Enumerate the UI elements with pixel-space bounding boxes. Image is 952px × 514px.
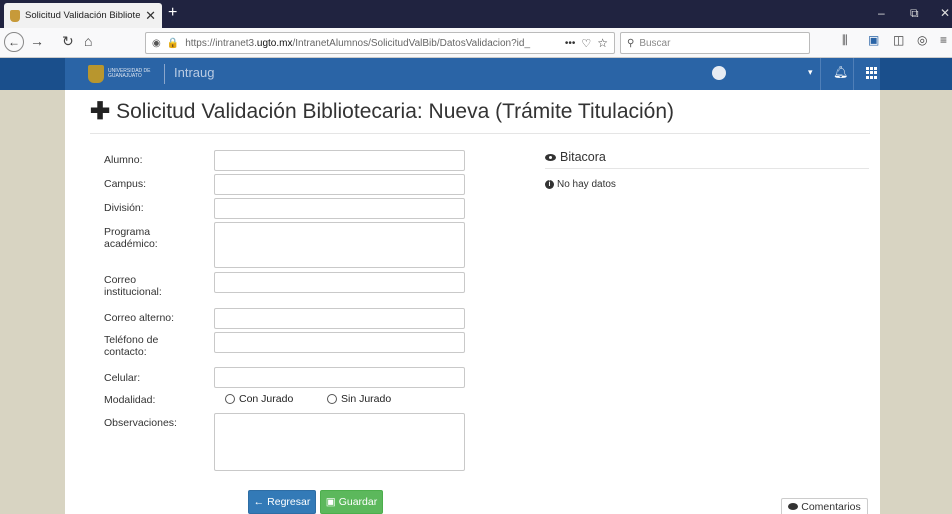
url-text: https://intranet3.ugto.mx/IntranetAlumno…	[185, 37, 531, 49]
browser-tab-strip: Solicitud Validación Bibliotecar ✕ + – ⧉…	[0, 0, 952, 28]
radio-label: Sin Jurado	[341, 393, 392, 405]
bitacora-title: Bitacora	[560, 150, 606, 164]
header-divider	[820, 58, 821, 90]
page-title-text: Solicitud Validación Bibliotecaria: Nuev…	[116, 99, 675, 123]
label-programa: Programa académico:	[104, 226, 158, 250]
search-icon: ⚲	[627, 37, 635, 49]
home-icon[interactable]: ⌂	[84, 34, 92, 48]
bookmark-star-icon[interactable]: ☆	[597, 36, 608, 50]
shield-logo-icon	[88, 65, 104, 83]
main-content	[65, 90, 880, 514]
header-divider	[164, 64, 165, 84]
user-menu-caret[interactable]: ▾	[808, 67, 813, 78]
label-correo-alterno: Correo alterno:	[104, 312, 175, 324]
minimize-button[interactable]: –	[878, 6, 885, 20]
new-tab-button[interactable]: +	[168, 5, 177, 21]
comment-icon	[788, 503, 799, 510]
library-icon[interactable]: ⫼	[842, 34, 848, 46]
division-input[interactable]	[214, 198, 465, 219]
close-window-button[interactable]: ✕	[940, 6, 950, 20]
address-bar[interactable]: ◉ 🔒 https://intranet3.ugto.mx/IntranetAl…	[145, 32, 615, 54]
header-divider	[853, 58, 854, 90]
browser-nav-bar: ← → ↻ ⌂ ◉ 🔒 https://intranet3.ugto.mx/In…	[0, 28, 952, 58]
page-side-right	[880, 58, 952, 514]
bitacora-empty-message: i No hay datos	[545, 179, 616, 190]
no-data-text: No hay datos	[557, 179, 616, 190]
pocket-icon[interactable]: ♡	[581, 37, 591, 50]
back-button[interactable]: ←	[4, 32, 24, 52]
title-divider	[90, 133, 870, 134]
arrow-left-icon: ←	[8, 35, 20, 49]
browser-tab[interactable]: Solicitud Validación Bibliotecar ✕	[4, 3, 162, 28]
apps-grid-icon[interactable]	[866, 67, 878, 79]
radio-circle-icon[interactable]	[225, 394, 235, 404]
label-modalidad: Modalidad:	[104, 394, 156, 406]
shield-icon: ◉	[152, 37, 161, 49]
university-logo[interactable]: UNIVERSIDAD DE GUANAJUATO	[88, 64, 158, 84]
arrow-left-icon: ←	[253, 496, 265, 508]
forward-icon[interactable]: →	[30, 34, 44, 48]
radio-circle-icon[interactable]	[327, 394, 337, 404]
radio-con-jurado[interactable]: Con Jurado	[225, 393, 293, 405]
lock-icon: 🔒	[166, 37, 180, 49]
correo-institucional-input[interactable]	[214, 272, 465, 293]
programa-input[interactable]	[214, 222, 465, 268]
plus-icon: ✚	[90, 98, 111, 125]
favicon-icon	[10, 9, 20, 22]
radio-sin-jurado[interactable]: Sin Jurado	[327, 393, 391, 405]
comentarios-label: Comentarios	[801, 500, 861, 513]
label-celular: Celular:	[104, 372, 141, 384]
restore-button[interactable]: ⧉	[910, 6, 919, 21]
tab-title: Solicitud Validación Bibliotecar	[25, 10, 141, 21]
regresar-label: Regresar	[267, 496, 311, 508]
extension-icon[interactable]: ▣	[868, 34, 879, 46]
radio-label: Con Jurado	[239, 393, 294, 405]
menu-icon[interactable]: ≡	[940, 34, 947, 46]
close-tab-icon[interactable]: ✕	[145, 9, 156, 22]
label-observaciones: Observaciones:	[104, 417, 177, 429]
page-actions-icon[interactable]: •••	[565, 38, 576, 49]
sidebar-icon[interactable]: ◫	[893, 34, 904, 46]
campus-input[interactable]	[214, 174, 465, 195]
eye-icon	[545, 153, 556, 161]
logo-text: UNIVERSIDAD DE GUANAJUATO	[108, 67, 151, 79]
telefono-input[interactable]	[214, 332, 465, 353]
label-campus: Campus:	[104, 178, 147, 190]
reload-icon[interactable]: ↻	[62, 34, 74, 48]
guardar-button[interactable]: ▣ Guardar	[320, 490, 383, 514]
label-alumno: Alumno:	[104, 154, 143, 166]
account-icon[interactable]: ◎	[917, 34, 927, 46]
alumno-input[interactable]	[214, 150, 465, 171]
search-input: Buscar	[639, 37, 671, 49]
bitacora-divider	[545, 168, 869, 169]
celular-input[interactable]	[214, 367, 465, 388]
guardar-label: Guardar	[338, 496, 378, 508]
user-avatar[interactable]	[712, 66, 726, 80]
label-telefono: Teléfono de contacto:	[104, 334, 159, 358]
page-side-left	[0, 58, 65, 514]
floppy-disk-icon: ▣	[325, 496, 336, 508]
label-correo-institucional: Correo institucional:	[104, 274, 162, 298]
comentarios-button[interactable]: Comentarios	[781, 498, 868, 514]
observaciones-textarea[interactable]	[214, 413, 465, 471]
bell-icon[interactable]: 🔔︎	[833, 65, 848, 79]
info-icon: i	[545, 180, 554, 189]
correo-alterno-input[interactable]	[214, 308, 465, 329]
search-bar[interactable]: ⚲ Buscar	[620, 32, 810, 54]
label-division: División:	[104, 202, 144, 214]
regresar-button[interactable]: ← Regresar	[248, 490, 316, 514]
page-title: ✚ Solicitud Validación Bibliotecaria: Nu…	[90, 97, 674, 126]
bitacora-header: Bitacora	[545, 150, 606, 164]
app-name[interactable]: Intraug	[174, 65, 214, 80]
